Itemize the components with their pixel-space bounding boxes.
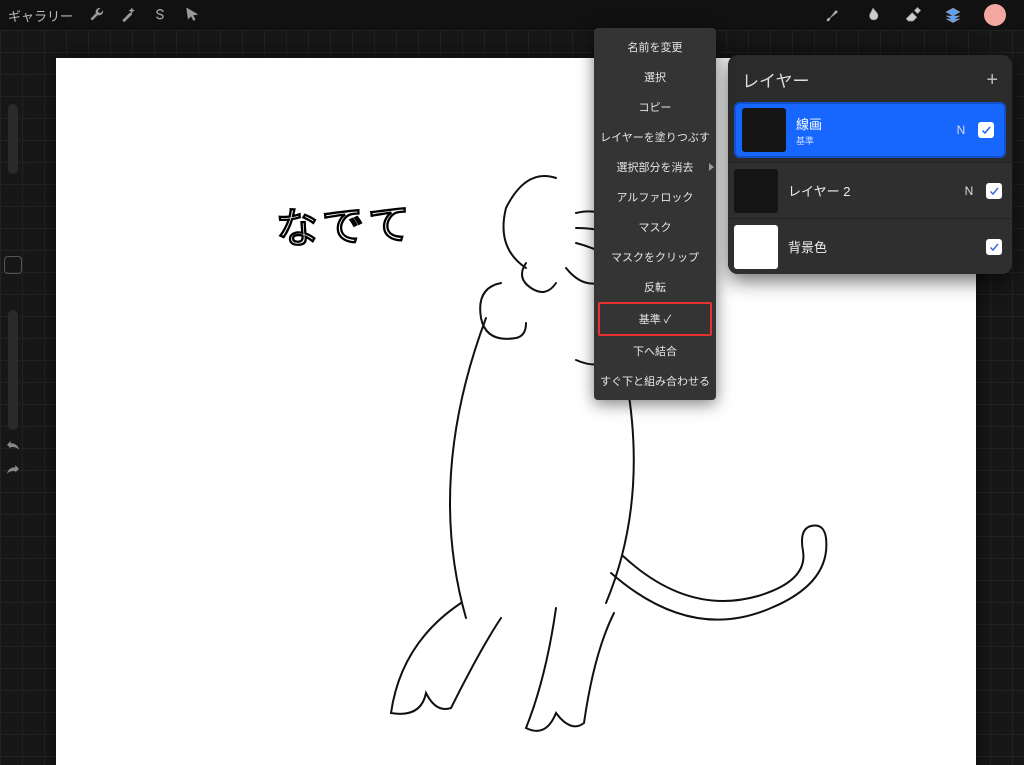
wrench-icon[interactable] — [87, 6, 105, 24]
menu-select[interactable]: 選択 — [594, 62, 716, 92]
layer-blend-mode[interactable]: N — [954, 123, 968, 137]
layer-context-menu: 名前を変更 選択 コピー レイヤーを塗りつぶす 選択部分を消去 アルファロック … — [594, 28, 716, 400]
menu-merge-down[interactable]: 下へ結合 — [594, 336, 716, 366]
smudge-icon[interactable] — [864, 6, 882, 24]
menu-clear-selection[interactable]: 選択部分を消去 — [594, 152, 716, 182]
eraser-icon[interactable] — [904, 6, 922, 24]
layer-visibility-checkbox[interactable] — [986, 239, 1002, 255]
layer-name-label: 背景色 — [788, 237, 952, 256]
layers-panel: レイヤー + 線画 基準 N レイヤー 2 N 背景色 — [728, 55, 1012, 274]
undo-icon[interactable] — [4, 438, 22, 456]
layer-thumbnail — [734, 169, 778, 213]
modifier-button[interactable] — [4, 256, 22, 274]
menu-clip-mask[interactable]: マスクをクリップ — [594, 242, 716, 272]
selection-s-icon[interactable] — [151, 6, 169, 24]
layer-sub-label: 基準 — [796, 134, 944, 147]
chevron-right-icon — [709, 163, 714, 171]
menu-alpha-lock[interactable]: アルファロック — [594, 182, 716, 212]
layer-name-label: 線画 — [796, 114, 944, 133]
gallery-button[interactable]: ギャラリー — [8, 6, 73, 25]
menu-mask[interactable]: マスク — [594, 212, 716, 242]
layer-thumbnail — [734, 225, 778, 269]
layer-row[interactable]: 線画 基準 N — [734, 102, 1006, 158]
layer-thumbnail — [742, 108, 786, 152]
cursor-arrow-icon[interactable] — [183, 6, 201, 24]
brush-icon[interactable] — [824, 6, 842, 24]
menu-combine-down[interactable]: すぐ下と組み合わせる — [594, 366, 716, 396]
opacity-slider[interactable] — [8, 310, 18, 430]
menu-copy[interactable]: コピー — [594, 92, 716, 122]
layer-row[interactable]: 背景色 — [728, 218, 1012, 274]
layer-row[interactable]: レイヤー 2 N — [728, 162, 1012, 218]
layers-icon[interactable] — [944, 6, 962, 24]
top-toolbar: ギャラリー — [0, 0, 1024, 30]
layer-blend-mode[interactable]: N — [962, 184, 976, 198]
layer-visibility-checkbox[interactable] — [986, 183, 1002, 199]
canvas-text: なでて — [275, 191, 415, 257]
menu-rename[interactable]: 名前を変更 — [594, 32, 716, 62]
layers-panel-title: レイヤー — [742, 67, 810, 92]
redo-icon[interactable] — [4, 462, 22, 480]
layer-visibility-checkbox[interactable] — [978, 122, 994, 138]
add-layer-button[interactable]: + — [986, 70, 998, 90]
magic-wand-icon[interactable] — [119, 6, 137, 24]
menu-item-label: 選択部分を消去 — [617, 162, 694, 174]
menu-fill-layer[interactable]: レイヤーを塗りつぶす — [594, 122, 716, 152]
color-swatch[interactable] — [984, 4, 1006, 26]
layer-name-label: レイヤー 2 — [788, 181, 952, 200]
menu-reference[interactable]: 基準 ✓ — [598, 302, 712, 336]
menu-invert[interactable]: 反転 — [594, 272, 716, 302]
brush-size-slider[interactable] — [8, 104, 18, 174]
